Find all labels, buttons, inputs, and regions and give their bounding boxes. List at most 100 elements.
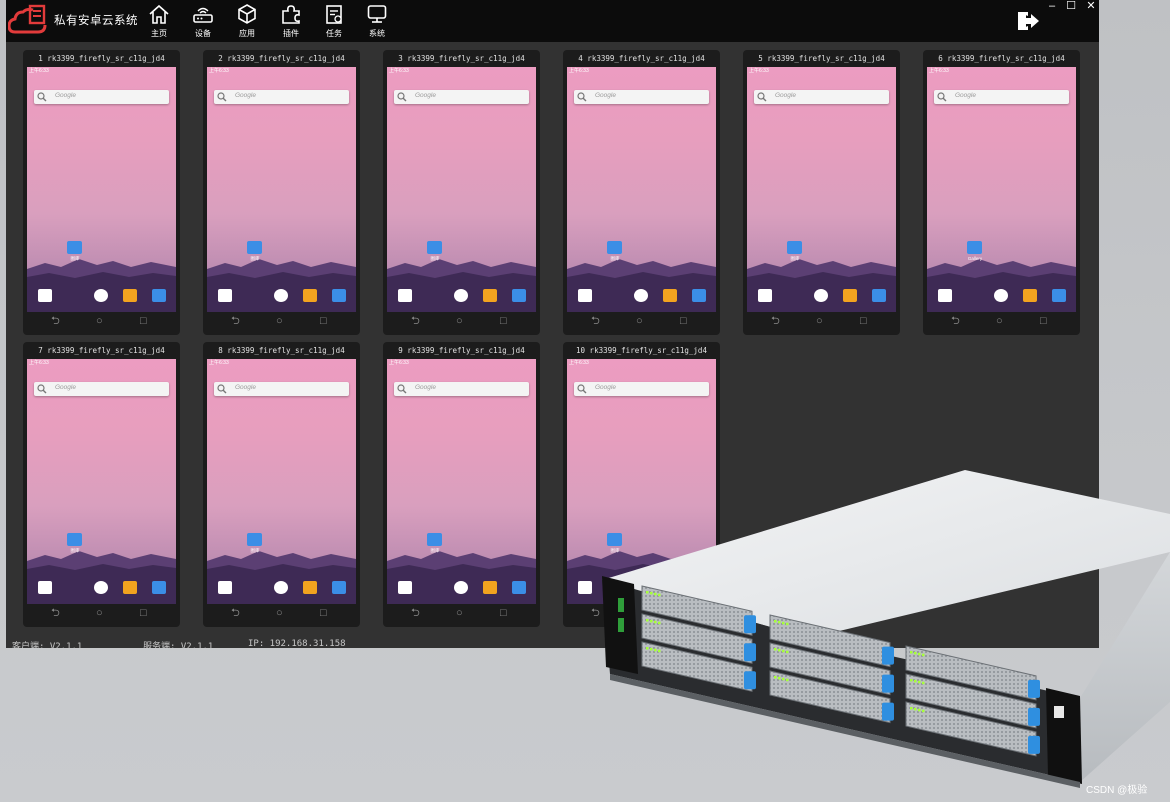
home-button[interactable]: ○ [276, 607, 283, 620]
back-button[interactable]: ⮌ [411, 315, 420, 328]
recent-apps-button[interactable]: □ [320, 315, 327, 328]
android-dev-app-icon[interactable] [483, 289, 497, 302]
device-screen[interactable]: 上午6:33 Google 图库 [207, 359, 356, 604]
gallery-app-icon[interactable] [967, 241, 982, 254]
home-button[interactable]: ○ [276, 315, 283, 328]
maximize-button[interactable]: ☐ [1064, 1, 1078, 12]
camera-lens-app-icon[interactable] [994, 289, 1008, 302]
home-button[interactable]: ○ [636, 315, 643, 328]
nav-tasks[interactable]: 任务 [317, 3, 351, 39]
back-button[interactable]: ⮌ [771, 315, 780, 328]
camera-app-icon[interactable] [512, 581, 526, 594]
device-tile[interactable]: 6 rk3399_firefly_sr_c11g_jd4 上午6:33 Goog… [923, 50, 1080, 335]
nav-system[interactable]: 系统 [360, 3, 394, 39]
android-dev-app-icon[interactable] [303, 581, 317, 594]
device-tile[interactable]: 8 rk3399_firefly_sr_c11g_jd4 上午6:33 Goog… [203, 342, 360, 627]
gallery-app-icon[interactable] [67, 533, 82, 546]
home-button[interactable]: ○ [996, 315, 1003, 328]
recent-apps-button[interactable]: □ [500, 607, 507, 620]
recent-apps-button[interactable]: □ [140, 607, 147, 620]
gallery-app-icon[interactable] [427, 241, 442, 254]
nav-plugins[interactable]: 插件 [274, 3, 308, 39]
android-dev-app-icon[interactable] [303, 289, 317, 302]
google-search-bar[interactable]: Google [934, 90, 1069, 104]
recent-apps-button[interactable]: □ [320, 607, 327, 620]
contacts-app-icon[interactable] [38, 289, 52, 302]
contacts-app-icon[interactable] [218, 289, 232, 302]
camera-app-icon[interactable] [332, 581, 346, 594]
device-screen[interactable]: 上午6:33 Google 图库 [207, 67, 356, 312]
camera-lens-app-icon[interactable] [94, 289, 108, 302]
google-search-bar[interactable]: Google [394, 382, 529, 396]
device-tile[interactable]: 3 rk3399_firefly_sr_c11g_jd4 上午6:33 Goog… [383, 50, 540, 335]
camera-app-icon[interactable] [1052, 289, 1066, 302]
device-tile[interactable]: 7 rk3399_firefly_sr_c11g_jd4 上午6:33 Goog… [23, 342, 180, 627]
android-dev-app-icon[interactable] [663, 289, 677, 302]
device-tile[interactable]: 1 rk3399_firefly_sr_c11g_jd4 上午6:33 Goog… [23, 50, 180, 335]
camera-lens-app-icon[interactable] [454, 289, 468, 302]
device-tile[interactable]: 9 rk3399_firefly_sr_c11g_jd4 上午6:33 Goog… [383, 342, 540, 627]
contacts-app-icon[interactable] [218, 581, 232, 594]
back-button[interactable]: ⮌ [591, 315, 600, 328]
camera-lens-app-icon[interactable] [274, 289, 288, 302]
recent-apps-button[interactable]: □ [140, 315, 147, 328]
contacts-app-icon[interactable] [578, 289, 592, 302]
android-dev-app-icon[interactable] [123, 289, 137, 302]
google-search-bar[interactable]: Google [214, 90, 349, 104]
camera-app-icon[interactable] [332, 289, 346, 302]
nav-apps[interactable]: 应用 [230, 3, 264, 39]
gallery-app-icon[interactable] [787, 241, 802, 254]
close-button[interactable]: ✕ [1084, 1, 1098, 12]
back-button[interactable]: ⮌ [51, 315, 60, 328]
recent-apps-button[interactable]: □ [500, 315, 507, 328]
gallery-app-icon[interactable] [427, 533, 442, 546]
back-button[interactable]: ⮌ [51, 607, 60, 620]
device-screen[interactable]: 上午6:33 Google 图库 [387, 359, 536, 604]
device-screen[interactable]: 上午6:33 Google 图库 [387, 67, 536, 312]
device-screen[interactable]: 上午6:33 Google Gallery [927, 67, 1076, 312]
google-search-bar[interactable]: Google [34, 90, 169, 104]
home-button[interactable]: ○ [96, 607, 103, 620]
google-search-bar[interactable]: Google [394, 90, 529, 104]
google-search-bar[interactable]: Google [574, 90, 709, 104]
camera-lens-app-icon[interactable] [454, 581, 468, 594]
device-screen[interactable]: 上午6:33 Google 图库 [567, 67, 716, 312]
home-button[interactable]: ○ [456, 315, 463, 328]
home-button[interactable]: ○ [816, 315, 823, 328]
camera-lens-app-icon[interactable] [814, 289, 828, 302]
nav-home[interactable]: 主页 [142, 3, 176, 39]
gallery-app-icon[interactable] [67, 241, 82, 254]
contacts-app-icon[interactable] [938, 289, 952, 302]
google-search-bar[interactable]: Google [574, 382, 709, 396]
camera-lens-app-icon[interactable] [94, 581, 108, 594]
recent-apps-button[interactable]: □ [680, 315, 687, 328]
exit-icon[interactable] [1016, 10, 1040, 32]
camera-app-icon[interactable] [152, 581, 166, 594]
gallery-app-icon[interactable] [247, 241, 262, 254]
home-button[interactable]: ○ [456, 607, 463, 620]
camera-lens-app-icon[interactable] [634, 289, 648, 302]
back-button[interactable]: ⮌ [951, 315, 960, 328]
contacts-app-icon[interactable] [398, 289, 412, 302]
recent-apps-button[interactable]: □ [860, 315, 867, 328]
google-search-bar[interactable]: Google [34, 382, 169, 396]
contacts-app-icon[interactable] [758, 289, 772, 302]
camera-lens-app-icon[interactable] [274, 581, 288, 594]
back-button[interactable]: ⮌ [231, 315, 240, 328]
android-dev-app-icon[interactable] [1023, 289, 1037, 302]
android-dev-app-icon[interactable] [123, 581, 137, 594]
camera-app-icon[interactable] [692, 289, 706, 302]
device-tile[interactable]: 5 rk3399_firefly_sr_c11g_jd4 上午6:33 Goog… [743, 50, 900, 335]
nav-devices[interactable]: 设备 [186, 3, 220, 39]
device-screen[interactable]: 上午6:33 Google 图库 [27, 67, 176, 312]
gallery-app-icon[interactable] [607, 241, 622, 254]
minimize-button[interactable]: – [1045, 1, 1059, 12]
camera-app-icon[interactable] [152, 289, 166, 302]
google-search-bar[interactable]: Google [214, 382, 349, 396]
recent-apps-button[interactable]: □ [1040, 315, 1047, 328]
device-tile[interactable]: 2 rk3399_firefly_sr_c11g_jd4 上午6:33 Goog… [203, 50, 360, 335]
google-search-bar[interactable]: Google [754, 90, 889, 104]
android-dev-app-icon[interactable] [843, 289, 857, 302]
gallery-app-icon[interactable] [247, 533, 262, 546]
device-tile[interactable]: 4 rk3399_firefly_sr_c11g_jd4 上午6:33 Goog… [563, 50, 720, 335]
